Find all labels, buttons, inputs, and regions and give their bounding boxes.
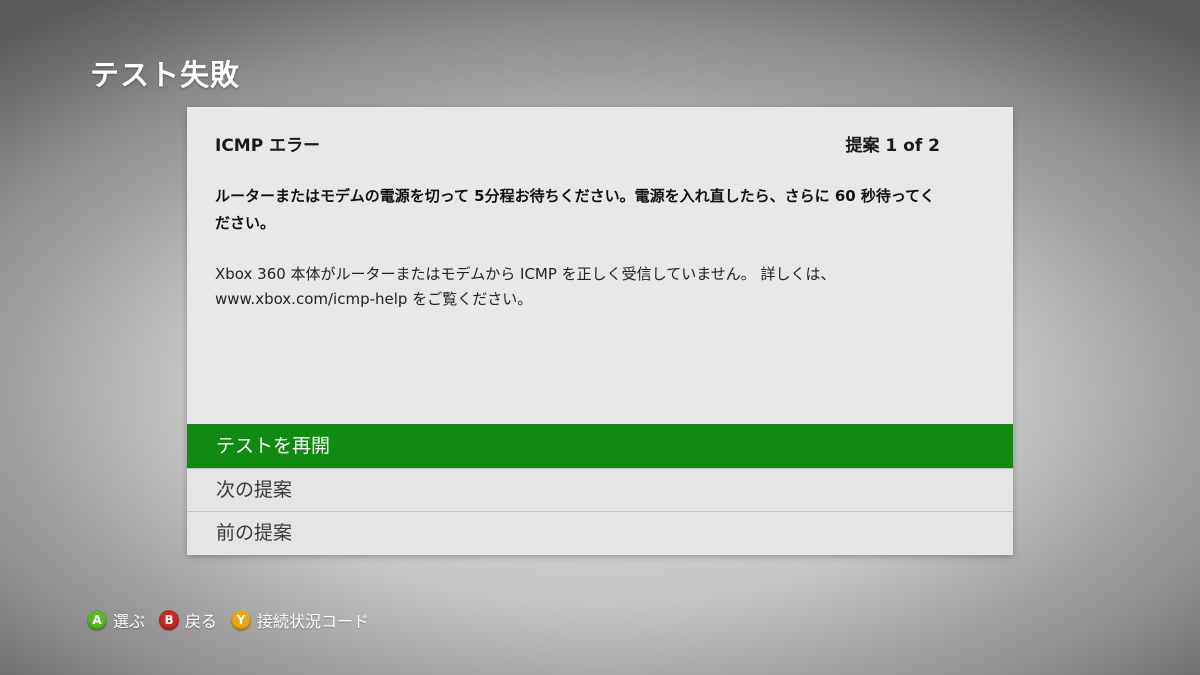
hint-back-label: 戻る [185,612,218,631]
button-hints: A 選ぶ B 戻る Y 接続状況コード [87,608,383,632]
next-suggestion-option[interactable]: 次の提案 [187,468,1013,511]
restart-test-option[interactable]: テストを再開 [187,424,1013,468]
options-menu: テストを再開 次の提案 前の提案 [187,424,1013,554]
a-button-icon: A [87,610,107,630]
detail-text: Xbox 360 本体がルーターまたはモデムから ICMP を正しく受信していま… [215,265,836,308]
previous-suggestion-option[interactable]: 前の提案 [187,511,1013,554]
hint-status-code-label: 接続状況コード [257,612,370,631]
error-title: ICMP エラー [215,136,321,156]
hint-status-code[interactable]: Y 接続状況コード [231,608,369,632]
hint-back[interactable]: B 戻る [159,608,217,632]
suggestion-counter: 提案 1 of 2 [845,136,941,156]
hint-select[interactable]: A 選ぶ [87,608,145,632]
hint-select-label: 選ぶ [113,612,146,631]
suggestion-text: ルーターまたはモデムの電源を切って 5分程お待ちください。電源を入れ直したら、さ… [215,187,935,232]
page-title: テスト失敗 [90,58,241,92]
y-button-icon: Y [231,610,252,630]
error-dialog: ICMP エラー 提案 1 of 2 ルーターまたはモデムの電源を切って 5分程… [187,107,1013,555]
dialog-header: ICMP エラー 提案 1 of 2 [215,131,940,156]
b-button-icon: B [159,610,180,630]
